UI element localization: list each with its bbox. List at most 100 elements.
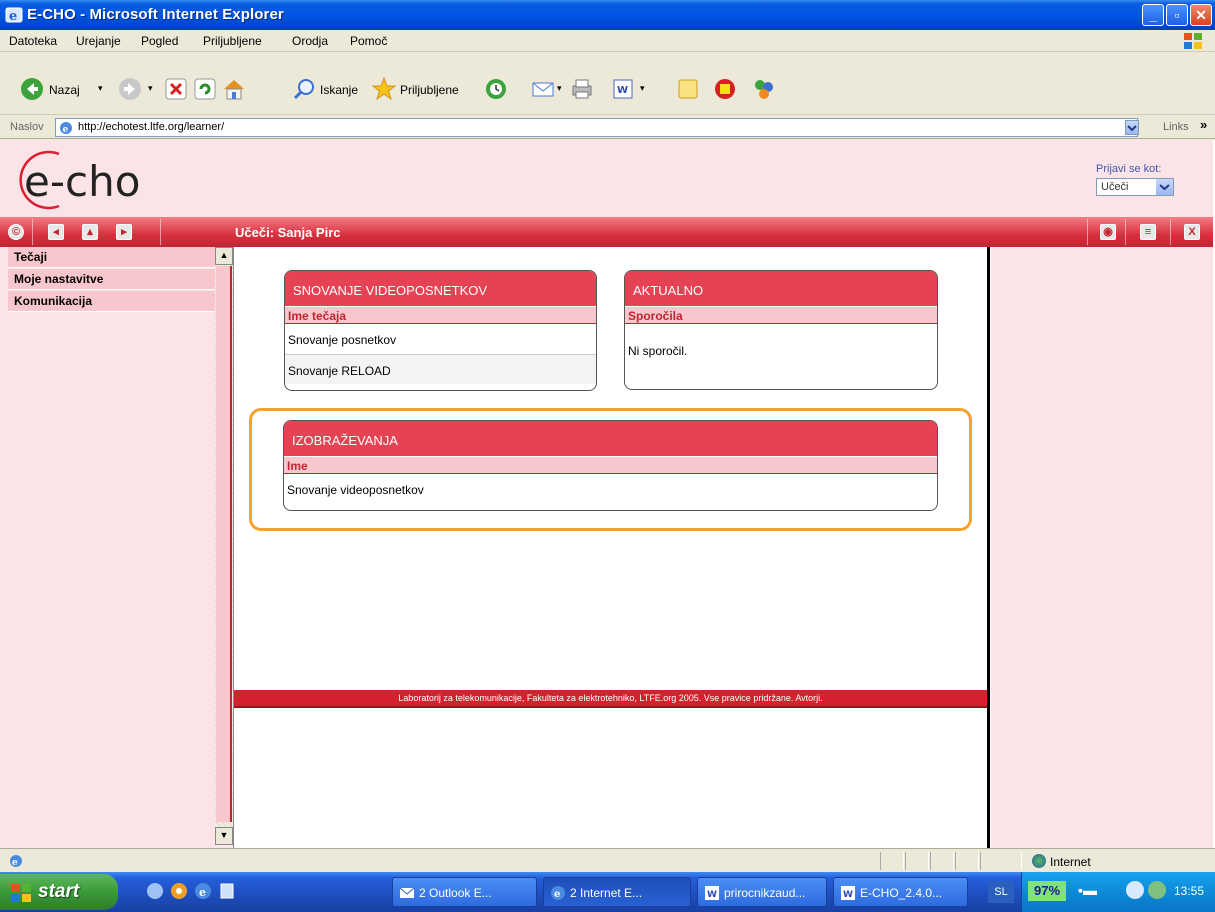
- close-button[interactable]: ✕: [1190, 4, 1212, 26]
- refresh-icon[interactable]: [193, 77, 217, 101]
- svg-text:e: e: [199, 886, 206, 899]
- current-user-label: Učeči: Sanja Pirc: [235, 225, 341, 240]
- back-label[interactable]: Nazaj: [49, 83, 80, 97]
- network-icon[interactable]: [1148, 881, 1166, 899]
- role-select[interactable]: Učeči: [1096, 178, 1174, 196]
- menu-favorites[interactable]: Priljubljene: [203, 34, 262, 48]
- scroll-down-icon[interactable]: ▼: [215, 827, 233, 845]
- task-word-doc-2[interactable]: W E-CHO_2.4.0...: [833, 877, 968, 907]
- address-input[interactable]: e http://echotest.ltfe.org/learner/: [55, 118, 1138, 137]
- history-icon[interactable]: [484, 77, 508, 101]
- scroll-up-icon[interactable]: ▲: [215, 247, 233, 265]
- mail-dropdown-icon[interactable]: ▾: [557, 83, 562, 94]
- edit-word-icon[interactable]: W: [611, 77, 635, 101]
- sidebar-item-communication[interactable]: Komunikacija: [8, 291, 215, 312]
- highlight-frame: [249, 408, 972, 531]
- menu-edit[interactable]: Urejanje: [76, 34, 121, 48]
- start-button[interactable]: start: [0, 874, 118, 910]
- ie-app-icon: e: [5, 7, 23, 24]
- address-dropdown-icon[interactable]: [1125, 120, 1139, 135]
- quicklaunch-notepad-icon[interactable]: [218, 882, 236, 900]
- messenger-red-icon[interactable]: [713, 77, 737, 101]
- window-title-bar[interactable]: e E-CHO - Microsoft Internet Explorer _ …: [0, 0, 1215, 30]
- info-icon[interactable]: ◉: [1100, 224, 1116, 240]
- status-cell: [930, 852, 954, 870]
- quicklaunch-ie-icon[interactable]: e: [194, 882, 212, 900]
- scroll-thumb[interactable]: [216, 266, 232, 822]
- logout-x-icon[interactable]: X: [1184, 224, 1200, 240]
- nav-back-icon[interactable]: ◂: [48, 224, 64, 240]
- quicklaunch-media-icon[interactable]: [170, 882, 188, 900]
- power-plug-icon[interactable]: ▪▬: [1078, 882, 1097, 898]
- status-cell: [980, 852, 1022, 870]
- courses-panel-title: SNOVANJE VIDEOPOSNETKOV: [285, 271, 596, 306]
- links-label[interactable]: Links: [1163, 121, 1189, 133]
- svg-text:W: W: [617, 85, 628, 96]
- menu-file[interactable]: Datoteka: [9, 34, 57, 48]
- links-chevron-icon[interactable]: »: [1200, 117, 1207, 132]
- page-icon: e: [60, 122, 72, 135]
- echo-home-icon[interactable]: ©: [8, 224, 24, 240]
- menu-view[interactable]: Pogled: [141, 34, 178, 48]
- start-label: start: [38, 881, 80, 902]
- task-internet-explorer[interactable]: e 2 Internet E...: [543, 877, 691, 907]
- tray-arrow-icon[interactable]: [1126, 881, 1144, 899]
- sidebar-item-settings[interactable]: Moje nastavitve: [8, 269, 215, 290]
- svg-text:e: e: [12, 858, 18, 868]
- echo-nav-bar: © ◂ ▴ ▸ Učeči: Sanja Pirc ◉ ≡ X: [0, 217, 1213, 247]
- stop-icon[interactable]: [164, 77, 188, 101]
- search-icon[interactable]: [292, 77, 316, 101]
- course-row[interactable]: Snovanje posnetkov: [285, 324, 596, 354]
- menu-tools[interactable]: Orodja: [292, 34, 328, 48]
- task-label: E-CHO_2.4.0...: [860, 886, 943, 900]
- status-page-icon: e: [10, 855, 22, 868]
- msn-messenger-icon[interactable]: [752, 77, 776, 101]
- notes-icon[interactable]: ≡: [1140, 224, 1156, 240]
- note-icon[interactable]: [676, 77, 700, 101]
- mail-icon[interactable]: [531, 77, 555, 101]
- favorites-star-icon[interactable]: [372, 77, 396, 101]
- role-select-value: Učeči: [1101, 181, 1129, 193]
- language-indicator[interactable]: SL: [988, 881, 1014, 903]
- ie-icon: e: [551, 886, 565, 900]
- search-label[interactable]: Iskanje: [320, 83, 358, 97]
- quicklaunch-messenger-icon[interactable]: [146, 882, 164, 900]
- taskbar: start e 2 Outlook E... e 2 Internet E...…: [0, 872, 1215, 912]
- word-icon: W: [705, 886, 719, 900]
- sidebar: Tečaji Moje nastavitve Komunikacija ▲ ▼: [0, 247, 234, 848]
- back-arrow-icon[interactable]: [20, 77, 44, 101]
- back-dropdown-icon[interactable]: ▾: [98, 83, 103, 94]
- task-outlook[interactable]: 2 Outlook E...: [392, 877, 537, 907]
- sidebar-scrollbar[interactable]: ▲ ▼: [215, 247, 233, 845]
- course-row[interactable]: Snovanje RELOAD: [285, 354, 596, 384]
- forward-dropdown-icon[interactable]: ▾: [148, 83, 153, 94]
- courses-panel: SNOVANJE VIDEOPOSNETKOV Ime tečaja Snova…: [284, 270, 597, 391]
- system-tray: 97% ▪▬ 13:55: [1021, 872, 1215, 912]
- clock[interactable]: 13:55: [1174, 884, 1204, 898]
- home-icon[interactable]: [222, 77, 246, 101]
- nav-forward-icon[interactable]: ▸: [116, 224, 132, 240]
- page-footer: Laboratorij za telekomunikacije, Fakulte…: [234, 690, 987, 708]
- svg-text:e: e: [554, 889, 560, 900]
- menu-bar: Datoteka Urejanje Pogled Priljubljene Or…: [0, 30, 1215, 52]
- address-label: Naslov: [10, 121, 44, 133]
- maximize-button[interactable]: ▫: [1166, 4, 1188, 26]
- news-panel-subheader: Sporočila: [625, 306, 937, 324]
- svg-text:e-cho: e-cho: [24, 157, 140, 206]
- battery-indicator[interactable]: 97%: [1028, 881, 1066, 901]
- minimize-button[interactable]: _: [1142, 4, 1164, 26]
- status-cell: [955, 852, 979, 870]
- menu-help[interactable]: Pomoč: [350, 34, 387, 48]
- sidebar-item-courses[interactable]: Tečaji: [8, 247, 215, 268]
- nav-up-icon[interactable]: ▴: [82, 224, 98, 240]
- echo-logo: e-cho: [19, 150, 140, 210]
- address-bar: Naslov e http://echotest.ltfe.org/learne…: [0, 115, 1215, 139]
- task-label: prirocnikzaud...: [724, 886, 806, 900]
- favorites-label[interactable]: Priljubljene: [400, 83, 459, 97]
- edit-dropdown-icon[interactable]: ▾: [640, 83, 645, 94]
- svg-text:W: W: [707, 890, 717, 900]
- print-icon[interactable]: [570, 77, 594, 101]
- role-dropdown-icon[interactable]: [1156, 179, 1173, 195]
- task-word-doc-1[interactable]: W prirocnikzaud...: [697, 877, 827, 907]
- forward-arrow-icon[interactable]: [118, 77, 142, 101]
